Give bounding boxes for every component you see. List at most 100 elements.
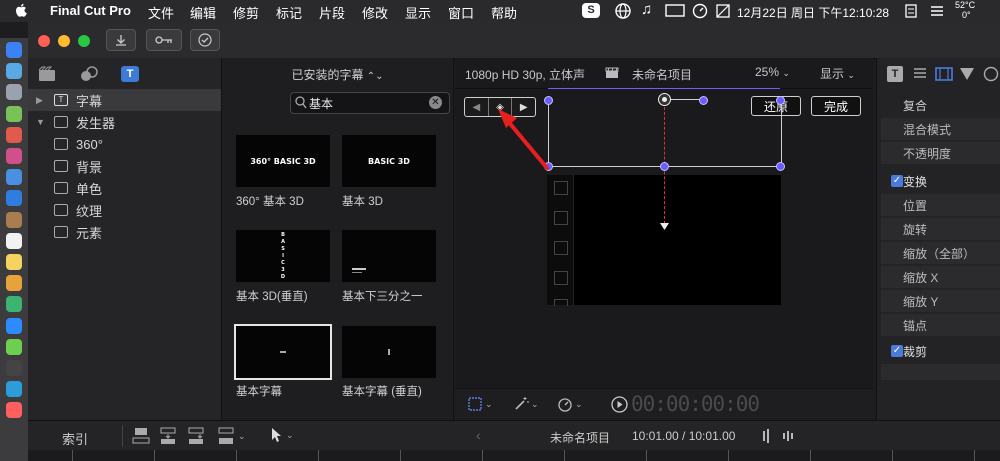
dock-app-icon[interactable]	[6, 317, 22, 334]
index-button[interactable]: 索引	[62, 429, 88, 448]
opacity-row[interactable]: 不透明度	[881, 142, 1000, 164]
title-thumbnail-basic-3d[interactable]: BASIC 3D	[342, 135, 436, 187]
menu-trim[interactable]: 修剪	[233, 3, 259, 22]
crop-checkbox[interactable]: ✓	[891, 345, 903, 357]
audio-skimming-icon[interactable]	[762, 427, 796, 445]
menu-clip[interactable]: 片段	[319, 3, 345, 22]
dock-app-icon[interactable]	[6, 402, 22, 419]
crop-section-header[interactable]: ✓ 裁剪	[881, 340, 1000, 362]
info-inspector-tab-icon[interactable]	[983, 66, 999, 82]
sidebar-item-titles[interactable]: ▶ T 字幕	[28, 89, 221, 111]
append-clip-icon[interactable]	[188, 427, 208, 445]
menu-edit[interactable]: 编辑	[190, 3, 216, 22]
dock-app-icon[interactable]	[6, 84, 22, 101]
scale-x-row[interactable]: 缩放 X	[881, 266, 1000, 288]
timecode-display[interactable]: 00:00:00:00	[631, 392, 760, 416]
sidebar-item-backgrounds[interactable]: 背景	[28, 155, 239, 177]
insert-clip-icon[interactable]	[160, 427, 180, 445]
minimize-window-button[interactable]	[58, 35, 70, 47]
menu-mark[interactable]: 标记	[276, 3, 302, 22]
sidebar-item-label: 单色	[76, 181, 103, 197]
retime-dropdown[interactable]: ⌄	[557, 396, 583, 412]
apple-icon[interactable]	[14, 2, 28, 18]
title-thumbnail-360-basic-3d[interactable]: 360° BASIC 3D	[236, 135, 330, 187]
sidebar-item-360[interactable]: 360°	[28, 133, 239, 155]
enhancements-dropdown[interactable]: ⌄	[513, 396, 539, 412]
cpu-temp[interactable]: 52°C	[955, 0, 975, 10]
zoom-window-button[interactable]	[78, 35, 90, 47]
play-button[interactable]	[611, 396, 628, 413]
dock-app-icon[interactable]	[6, 148, 22, 164]
position-row[interactable]: 位置	[881, 194, 1000, 216]
disclosure-down-icon[interactable]: ▼	[36, 117, 46, 127]
transform-mode-dropdown[interactable]: ⌄	[467, 396, 493, 412]
blend-mode-row[interactable]: 混合模式	[881, 118, 1000, 140]
sidebar-item-generators[interactable]: ▼ 发生器	[28, 111, 221, 133]
sidebar-item-textures[interactable]: 纹理	[28, 199, 239, 221]
transform-section-header[interactable]: ✓ 变换	[881, 170, 1000, 192]
clock[interactable]: 12月22日 周日 下午12:10:28	[737, 4, 889, 21]
display-icon[interactable]	[665, 4, 685, 18]
menu-window[interactable]: 窗口	[448, 3, 474, 22]
dock-app-icon[interactable]	[6, 360, 22, 376]
browser-category-selector[interactable]: 已安装的字幕 ⌃⌄	[222, 66, 453, 83]
rotation-row[interactable]: 旋转	[881, 218, 1000, 240]
title-thumbnail-basic-title-vertical[interactable]	[342, 326, 436, 378]
screenshot-icon[interactable]	[716, 4, 730, 18]
import-button[interactable]	[106, 29, 136, 51]
anchor-row[interactable]: 锚点	[881, 314, 1000, 336]
list-menu-icon[interactable]	[930, 5, 944, 17]
title-thumbnail-basic-title-selected[interactable]	[234, 324, 332, 380]
dock-app-icon[interactable]	[6, 190, 22, 207]
menu-help[interactable]: 帮助	[491, 3, 517, 22]
dock-app-icon[interactable]	[6, 63, 22, 80]
overwrite-dropdown[interactable]: ⌄	[218, 427, 246, 445]
video-inspector-tab-icon[interactable]	[935, 66, 953, 82]
sound-tab-icon[interactable]	[80, 66, 98, 82]
menu-view[interactable]: 显示	[405, 3, 431, 22]
text-inspector-tab-icon[interactable]: T	[887, 66, 903, 82]
close-window-button[interactable]	[38, 35, 50, 47]
keywords-button[interactable]	[146, 29, 182, 51]
timeline-back-button[interactable]: ‹	[476, 427, 481, 443]
dock-app-icon[interactable]	[6, 126, 22, 143]
menu-modify[interactable]: 修改	[362, 3, 388, 22]
titles-generators-tab-icon[interactable]: T	[121, 66, 139, 82]
dock-app-icon[interactable]	[6, 254, 22, 270]
dock-app-icon[interactable]	[6, 42, 22, 58]
clear-search-icon[interactable]: ✕	[429, 96, 442, 109]
sidebar-item-elements[interactable]: 元素	[28, 221, 239, 243]
sidebar-item-solids[interactable]: 单色	[28, 177, 239, 199]
music-icon[interactable]: ♫	[641, 1, 652, 18]
search-input[interactable]: 基本	[309, 95, 333, 112]
scale-y-row[interactable]: 缩放 Y	[881, 290, 1000, 312]
title-thumbnail-basic-3d-vertical[interactable]: BASIC3D	[236, 230, 330, 282]
transform-checkbox[interactable]: ✓	[891, 175, 903, 187]
connect-clip-icon[interactable]	[132, 427, 152, 445]
dock-app-icon[interactable]	[6, 381, 22, 398]
dock-app-icon[interactable]	[6, 296, 22, 313]
sogou-input-icon[interactable]: S	[582, 3, 600, 18]
tool-selector-dropdown[interactable]: ⌄	[270, 427, 294, 443]
dock-app-icon[interactable]	[6, 211, 22, 228]
dock-app-icon[interactable]	[6, 169, 22, 186]
photos-tab-icon[interactable]	[38, 66, 56, 82]
app-name-menu[interactable]: Final Cut Pro	[50, 3, 131, 18]
menu-extra-icon[interactable]	[905, 4, 917, 18]
title-inspector-tab-icon[interactable]	[912, 66, 928, 82]
scale-all-row[interactable]: 缩放（全部）	[881, 242, 1000, 264]
disclosure-right-icon[interactable]: ▶	[36, 95, 46, 106]
crop-type-row[interactable]	[881, 364, 1000, 380]
dock-app-icon[interactable]	[6, 232, 22, 249]
color-inspector-tab-icon[interactable]	[959, 66, 975, 82]
dock-app-icon[interactable]	[6, 275, 22, 292]
dock-app-icon[interactable]	[6, 105, 22, 122]
dock-app-icon[interactable]	[6, 338, 22, 355]
search-field[interactable]: 基本 ✕	[290, 92, 450, 114]
time-machine-icon[interactable]	[692, 3, 708, 19]
compositing-section-header[interactable]: 复合	[881, 94, 1000, 116]
title-thumbnail-basic-lower-third[interactable]	[342, 230, 436, 282]
menu-file[interactable]: 文件	[148, 3, 174, 22]
background-tasks-button[interactable]	[190, 29, 220, 51]
globe-icon[interactable]	[615, 3, 631, 19]
